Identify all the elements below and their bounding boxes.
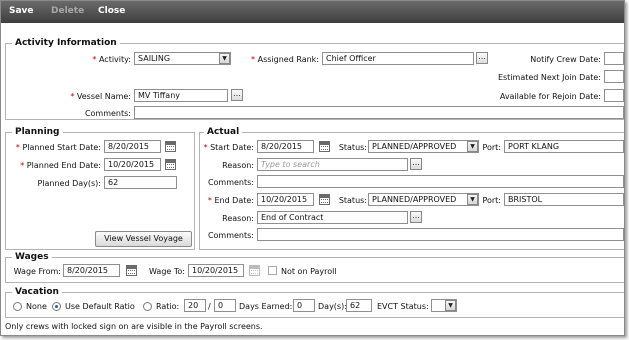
start-comments-label: Comments: xyxy=(207,178,254,187)
not-on-payroll-checkbox[interactable] xyxy=(268,266,277,275)
vacation-days-field[interactable]: 62 xyxy=(346,299,372,312)
start-status-label: Status: xyxy=(338,143,367,152)
wage-from-field[interactable]: 8/20/2015 xyxy=(63,264,120,277)
ratio-a-field[interactable]: 20 xyxy=(184,299,206,312)
start-reason-field[interactable]: Type to search xyxy=(257,158,408,171)
wage-from-label: Wage From: xyxy=(13,267,61,276)
ellipsis-icon[interactable]: ... xyxy=(231,89,243,101)
end-status-label: Status: xyxy=(338,196,367,205)
calendar-icon[interactable] xyxy=(319,141,330,152)
not-on-payroll-label: Not on Payroll xyxy=(281,267,337,276)
radio-ratio[interactable] xyxy=(143,302,152,311)
dropdown-arrow-icon[interactable]: ▼ xyxy=(467,141,478,152)
end-status-select[interactable]: PLANNED/APPROVED xyxy=(368,193,479,206)
assigned-rank-field[interactable]: Chief Officer xyxy=(322,52,474,65)
ellipsis-icon[interactable]: ... xyxy=(410,211,422,223)
ratio-b-field[interactable]: 0 xyxy=(214,299,236,312)
planning-legend: Planning xyxy=(12,127,63,137)
activity-select[interactable]: SAILING xyxy=(134,52,231,65)
actual-legend: Actual xyxy=(204,127,243,137)
calendar-icon[interactable] xyxy=(126,265,137,276)
vacation-days-label: Day(s): xyxy=(318,302,347,311)
ratio-separator: / xyxy=(208,302,211,311)
dropdown-arrow-icon[interactable]: ▼ xyxy=(467,194,478,205)
radio-none[interactable] xyxy=(13,302,22,311)
dropdown-arrow-icon[interactable]: ▼ xyxy=(445,300,456,311)
calendar-icon[interactable] xyxy=(165,141,176,152)
actual-start-date-label: * Start Date: xyxy=(203,143,254,152)
end-port-field[interactable]: BRISTOL xyxy=(504,193,624,206)
end-reason-label: Reason: xyxy=(222,214,254,223)
assigned-rank-label: * Assigned Rank: xyxy=(251,55,319,64)
wages-legend: Wages xyxy=(12,252,52,262)
radio-use-default-ratio-label: Use Default Ratio xyxy=(65,302,135,311)
activity-comments-field[interactable] xyxy=(134,106,624,119)
estimated-next-join-date-label: Estimated Next Join Date: xyxy=(497,73,601,82)
calendar-icon[interactable] xyxy=(319,194,330,205)
activity-legend: Activity Information xyxy=(12,38,120,48)
planned-days-field[interactable]: 62 xyxy=(104,176,177,189)
radio-none-label: None xyxy=(26,302,47,311)
planned-start-date-label: * Planned Start Date: xyxy=(15,143,101,152)
view-vessel-voyage-button[interactable]: View Vessel Voyage xyxy=(95,231,192,247)
days-earned-label: Days Earned: xyxy=(239,302,293,311)
planned-end-date-label: * Planned End Date: xyxy=(20,161,101,170)
days-earned-field[interactable]: 0 xyxy=(293,299,315,312)
actual-start-date-field[interactable]: 8/20/2015 xyxy=(257,140,314,153)
vessel-name-field[interactable]: MV Tiffany xyxy=(134,89,228,102)
radio-ratio-label: Ratio: xyxy=(156,302,180,311)
calendar-icon[interactable] xyxy=(249,265,260,276)
dropdown-arrow-icon[interactable]: ▼ xyxy=(219,53,230,64)
crew-activity-window: Save Delete Close Activity Information *… xyxy=(0,0,625,336)
notify-crew-date-field[interactable] xyxy=(604,52,624,65)
toolbar: Save Delete Close xyxy=(1,1,624,23)
wage-to-field[interactable]: 10/20/2015 xyxy=(188,264,244,277)
calendar-icon[interactable] xyxy=(165,159,176,170)
start-port-label: Port: xyxy=(482,143,501,152)
ellipsis-icon[interactable]: ... xyxy=(410,158,422,170)
vacation-legend: Vacation xyxy=(12,287,62,297)
end-comments-label: Comments: xyxy=(207,231,254,240)
available-rejoin-date-field[interactable] xyxy=(604,89,624,102)
payroll-note: Only crews with locked sign on are visib… xyxy=(5,322,263,331)
end-comments-field[interactable] xyxy=(257,228,624,241)
actual-end-date-field[interactable]: 10/20/2015 xyxy=(257,193,314,206)
start-status-select[interactable]: PLANNED/APPROVED xyxy=(368,140,479,153)
save-button[interactable]: Save xyxy=(9,6,34,16)
planned-days-label: Planned Day(s): xyxy=(37,179,101,188)
end-reason-field[interactable]: End of Contract xyxy=(257,211,408,224)
start-comments-field[interactable] xyxy=(257,175,624,188)
planned-start-date-field[interactable]: 8/20/2015 xyxy=(104,140,161,153)
notify-crew-date-label: Notify Crew Date: xyxy=(530,55,601,64)
actual-end-date-label: * End Date: xyxy=(207,196,254,205)
close-button[interactable]: Close xyxy=(98,6,125,16)
vessel-name-label: * Vessel Name: xyxy=(70,92,131,101)
wage-to-label: Wage To: xyxy=(149,267,185,276)
evct-status-label: EVCT Status: xyxy=(377,302,429,311)
estimated-next-join-date-field[interactable] xyxy=(604,70,624,83)
start-port-field[interactable]: PORT KLANG xyxy=(504,140,624,153)
planned-end-date-field[interactable]: 10/20/2015 xyxy=(104,158,161,171)
radio-use-default-ratio[interactable] xyxy=(52,302,61,311)
start-reason-label: Reason: xyxy=(222,161,254,170)
end-port-label: Port: xyxy=(482,196,501,205)
available-rejoin-date-label: Available for Rejoin Date: xyxy=(499,92,601,101)
ellipsis-icon[interactable]: ... xyxy=(476,52,488,64)
delete-button[interactable]: Delete xyxy=(51,6,84,16)
activity-label: * Activity: xyxy=(92,55,131,64)
comments-label: Comments: xyxy=(84,109,131,118)
